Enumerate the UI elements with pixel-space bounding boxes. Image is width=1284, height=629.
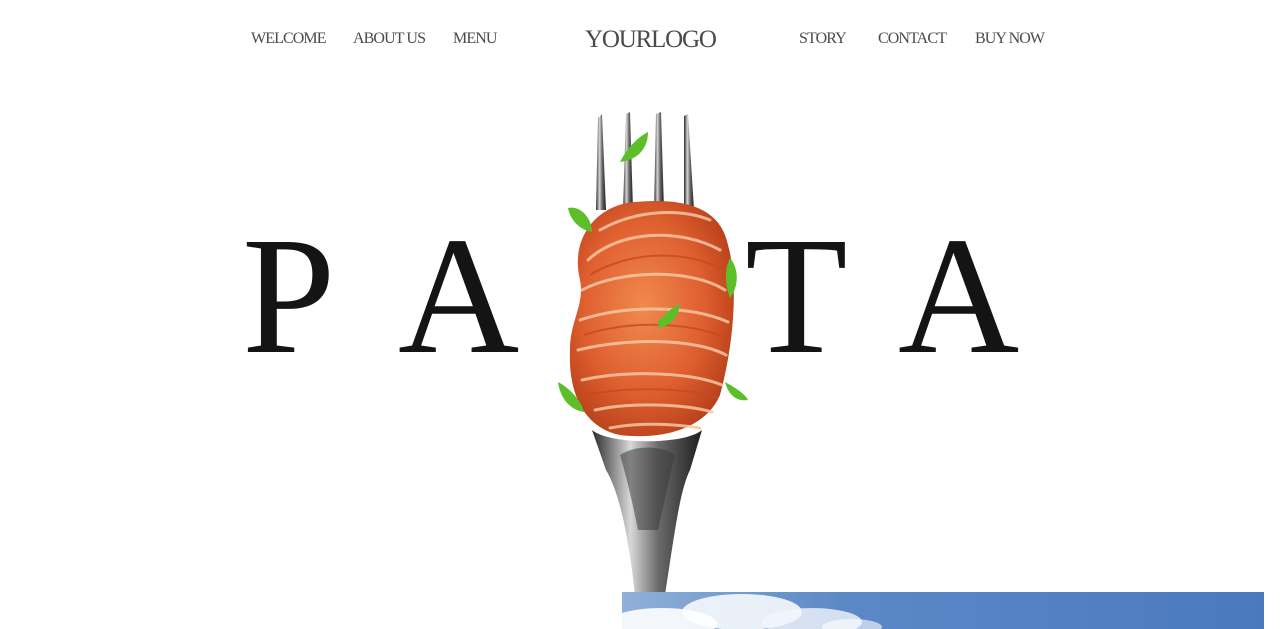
sky-image: [622, 592, 1264, 629]
nav-link-menu[interactable]: MENU: [453, 30, 497, 48]
top-navigation: WELCOME ABOUT US MENU YOURLOGO STORY CON…: [0, 26, 1284, 54]
site-logo[interactable]: YOURLOGO: [585, 26, 717, 54]
sky-photo: [622, 592, 1264, 629]
nav-link-about-us[interactable]: ABOUT US: [353, 30, 426, 48]
nav-link-story[interactable]: STORY: [799, 30, 847, 48]
nav-link-contact[interactable]: CONTACT: [878, 30, 947, 48]
hero-letter-p: P: [242, 203, 336, 389]
fork-with-pasta-image: [558, 112, 748, 595]
nav-link-welcome[interactable]: WELCOME: [251, 30, 326, 48]
hero-letter-t: T: [745, 203, 848, 389]
hero-letter-a-2: A: [898, 203, 1020, 389]
hero-letter-a: A: [398, 203, 520, 389]
nav-link-buy-now[interactable]: BUY NOW: [975, 30, 1045, 48]
